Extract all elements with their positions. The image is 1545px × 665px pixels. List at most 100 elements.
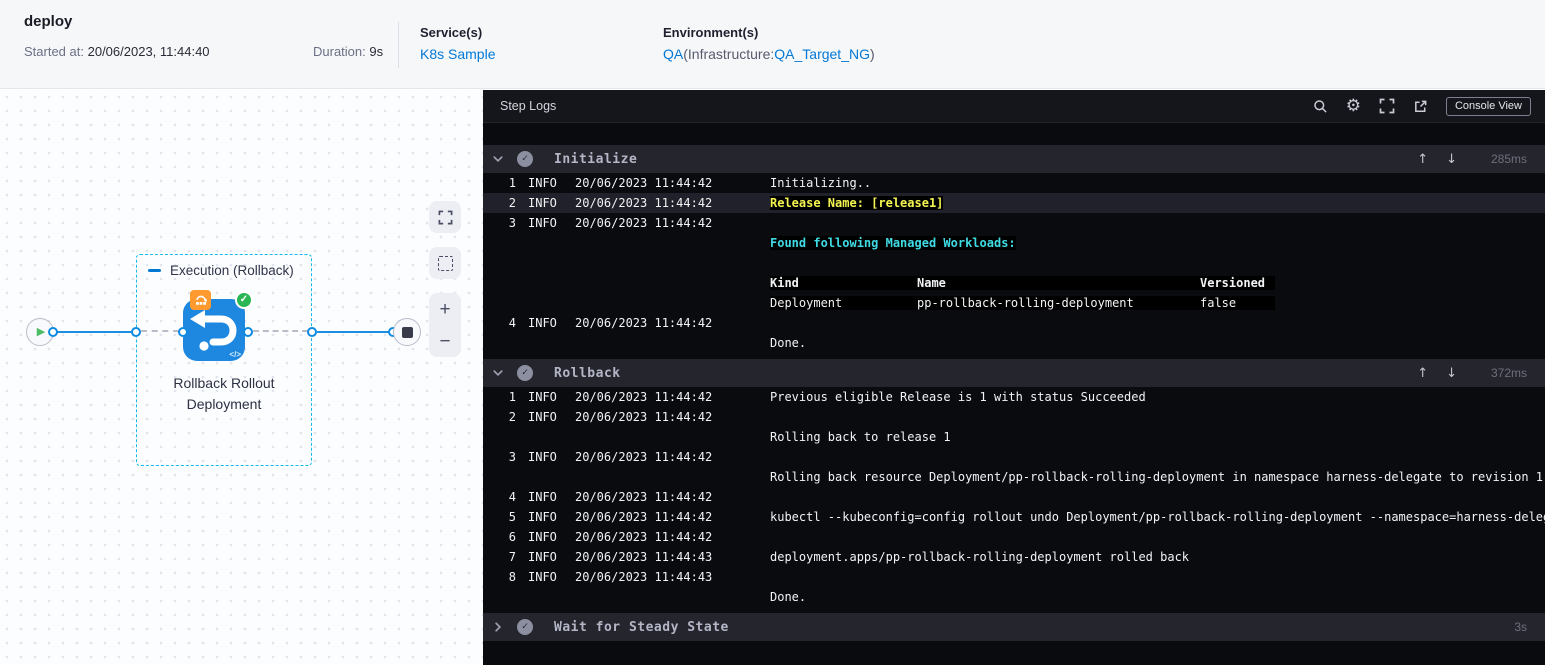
log-section-header[interactable]: ✓ Wait for Steady State 3s [483, 613, 1545, 641]
log-timestamp: 20/06/2023 11:44:42 [575, 410, 713, 424]
log-line-number: 5 [508, 510, 516, 524]
log-fullscreen-button[interactable] [1379, 98, 1395, 114]
step-success-icon: ✓ [517, 619, 533, 635]
log-level: INFO [528, 316, 557, 330]
log-timestamp: 20/06/2023 11:44:42 [575, 216, 713, 230]
log-row[interactable]: 2 INFO 20/06/2023 11:44:42 Release Name: [r… [483, 193, 1545, 213]
log-line-number: 3 [508, 450, 516, 464]
rollback-step-node[interactable]: </> ✓ [183, 290, 253, 361]
log-timestamp: 20/06/2023 11:44:42 [575, 510, 713, 524]
log-row[interactable]: Done. [483, 333, 1545, 353]
log-row[interactable]: 5 INFO 20/06/2023 11:44:42 kubectl --kubeco… [483, 507, 1545, 527]
log-settings-button[interactable]: ⚙ [1345, 95, 1361, 116]
log-row[interactable] [483, 253, 1545, 273]
log-timestamp: 20/06/2023 11:44:42 [575, 490, 713, 504]
service-link[interactable]: K8s Sample [420, 46, 495, 62]
log-row[interactable]: 1 INFO 20/06/2023 11:44:42 Initializing.. [483, 173, 1545, 193]
log-timestamp: 20/06/2023 11:44:42 [575, 390, 713, 404]
execution-group-label[interactable]: Execution (Rollback) [148, 263, 294, 278]
log-level: INFO [528, 390, 557, 404]
infrastructure-link[interactable]: QA_Target_NG [774, 46, 870, 62]
log-row[interactable]: 3 INFO 20/06/2023 11:44:42 [483, 213, 1545, 233]
log-message: Initializing.. [770, 176, 872, 190]
log-line-number: 1 [508, 390, 516, 404]
log-row[interactable]: Deployment pp-rollback-rolling-deployment… [483, 293, 1545, 313]
log-section-title: Rollback [554, 365, 621, 381]
log-line-number: 3 [508, 216, 516, 230]
log-section-header[interactable]: ✓ Rollback ↑ ↓ 372ms [483, 359, 1545, 387]
log-message: Rolling back resource Deployment/pp-roll… [770, 470, 1544, 484]
environment-link[interactable]: QA [663, 46, 683, 62]
gear-icon: ⚙ [1345, 95, 1361, 116]
chevron-down-icon[interactable] [492, 367, 504, 379]
log-section-header[interactable]: ✓ Initialize ↑ ↓ 285ms [483, 145, 1545, 173]
section-duration: 3s [1514, 620, 1527, 634]
end-node[interactable] [393, 318, 421, 346]
log-message: Release Name: [release1] [770, 196, 944, 210]
chevron-right-icon[interactable] [492, 621, 504, 633]
log-row[interactable]: 2 INFO 20/06/2023 11:44:42 [483, 407, 1545, 427]
log-level: INFO [528, 510, 557, 524]
log-timestamp: 20/06/2023 11:44:42 [575, 450, 713, 464]
pipeline-edge [317, 331, 390, 333]
zoom-out-button[interactable]: − [429, 325, 461, 357]
fullscreen-icon [438, 210, 452, 224]
log-message: Previous eligible Release is 1 with stat… [770, 390, 1146, 404]
log-level: INFO [528, 550, 557, 564]
log-line-number: 4 [508, 490, 516, 504]
execution-header: deploy Started at: 20/06/2023, 11:44:40 … [0, 0, 1545, 89]
scroll-to-bottom-button[interactable]: ↓ [1446, 366, 1457, 381]
environments-block: Environment(s) QA(Infrastructure:QA_Targ… [663, 25, 875, 62]
log-message: Done. [770, 336, 807, 350]
fullscreen-icon [1379, 98, 1395, 114]
log-line-number: 8 [508, 570, 516, 584]
open-in-new-tab-button[interactable] [1413, 99, 1428, 114]
log-row[interactable]: Rolling back resource Deployment/pp-roll… [483, 467, 1545, 487]
pipeline-edge [57, 331, 133, 333]
log-sections: ✓ Initialize ↑ ↓ 285ms 1 INFO 20/06/2023 11:44:… [483, 145, 1545, 641]
log-timestamp: 20/06/2023 11:44:42 [575, 530, 713, 544]
log-row[interactable]: 1 INFO 20/06/2023 11:44:42 Previous eligibl… [483, 387, 1545, 407]
log-section-title: Wait for Steady State [554, 619, 729, 635]
log-row[interactable]: Rolling back to release 1 [483, 427, 1545, 447]
step-success-icon: ✓ [517, 365, 533, 381]
log-timestamp: 20/06/2023 11:44:43 [575, 570, 713, 584]
log-message: Done. [770, 590, 807, 604]
console-view-button[interactable]: Console View [1445, 96, 1531, 116]
canvas-select-button[interactable] [429, 247, 461, 279]
log-level: INFO [528, 530, 557, 544]
log-line-number: 2 [508, 196, 516, 210]
connector-dot [243, 327, 253, 337]
log-row[interactable]: Found following Managed Workloads: [483, 233, 1545, 253]
scroll-to-top-button[interactable]: ↑ [1417, 152, 1428, 167]
step-logs-panel: Step Logs ⚙ Console View ✓ Initialize ↑ … [483, 90, 1545, 665]
log-message: Found following Managed Workloads: [770, 236, 1016, 250]
scroll-to-top-button[interactable]: ↑ [1417, 366, 1428, 381]
log-row[interactable]: 7 INFO 20/06/2023 11:44:43 deployment.apps/… [483, 547, 1545, 567]
search-logs-button[interactable] [1313, 99, 1328, 114]
canvas-zoom-controls: + − [429, 293, 461, 357]
collapse-group-icon[interactable] [148, 268, 161, 273]
log-row[interactable]: 4 INFO 20/06/2023 11:44:42 [483, 487, 1545, 507]
log-row[interactable]: 8 INFO 20/06/2023 11:44:43 [483, 567, 1545, 587]
step-node-label: Rollback Rollout Deployment [173, 375, 275, 412]
log-row[interactable]: Kind Name Versioned [483, 273, 1545, 293]
scroll-to-bottom-button[interactable]: ↓ [1446, 152, 1457, 167]
section-duration: 285ms [1490, 152, 1527, 166]
services-block: Service(s) K8s Sample [420, 25, 496, 62]
connector-dot [48, 327, 58, 337]
connector-dot [307, 327, 317, 337]
log-message: deployment.apps/pp-rollback-rolling-depl… [770, 550, 1190, 564]
page-title: deploy [24, 13, 73, 30]
log-row[interactable]: Done. [483, 587, 1545, 607]
connector-dot [178, 327, 188, 337]
canvas-fullscreen-button[interactable] [429, 201, 461, 233]
zoom-in-button[interactable]: + [429, 293, 461, 325]
chevron-down-icon[interactable] [492, 153, 504, 165]
log-row[interactable]: 4 INFO 20/06/2023 11:44:42 [483, 313, 1545, 333]
log-level: INFO [528, 450, 557, 464]
log-row[interactable]: 3 INFO 20/06/2023 11:44:42 [483, 447, 1545, 467]
log-row[interactable]: 6 INFO 20/06/2023 11:44:42 [483, 527, 1545, 547]
search-icon [1313, 99, 1327, 113]
success-check-icon: ✓ [235, 291, 253, 309]
